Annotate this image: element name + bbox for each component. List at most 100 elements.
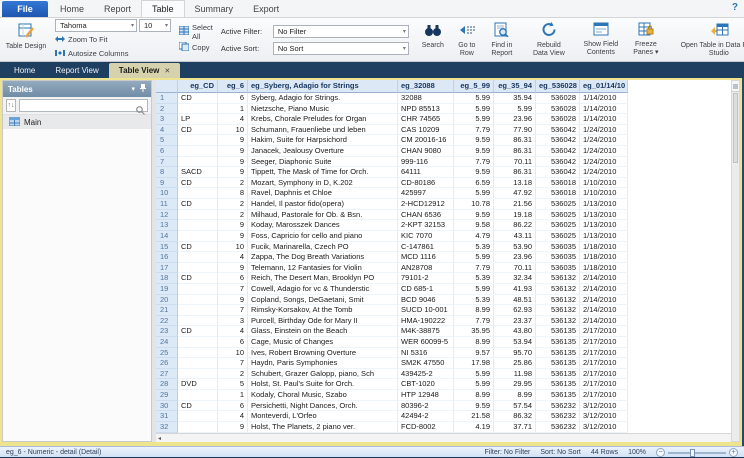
- cell[interactable]: 536042: [536, 157, 580, 168]
- scroll-left-icon[interactable]: ◂: [158, 435, 161, 442]
- copy-button[interactable]: Copy: [179, 41, 210, 54]
- cell[interactable]: AN28708: [398, 263, 454, 274]
- cell[interactable]: 8.99: [454, 337, 494, 348]
- cell[interactable]: 536025: [536, 210, 580, 221]
- cell[interactable]: 86.31: [494, 135, 536, 146]
- zoom-slider[interactable]: − +: [656, 448, 738, 457]
- cell[interactable]: [178, 210, 218, 221]
- column-header[interactable]: eg_5_99: [454, 80, 494, 93]
- cell[interactable]: 536232: [536, 422, 580, 433]
- table-row[interactable]: 314Monteverdi, L'Orfeo42494-221.5886.325…: [156, 411, 731, 422]
- cell[interactable]: 70.11: [494, 263, 536, 274]
- cell[interactable]: 5.99: [454, 114, 494, 125]
- cell[interactable]: 2/17/2010: [580, 337, 628, 348]
- cell[interactable]: 1/24/2010: [580, 135, 628, 146]
- help-icon[interactable]: ?: [732, 2, 738, 13]
- cell[interactable]: 1/14/2010: [580, 104, 628, 115]
- column-header[interactable]: eg_6: [218, 80, 248, 93]
- cell[interactable]: Zappa, The Dog Breath Variations: [248, 252, 398, 263]
- cell[interactable]: 1/13/2010: [580, 220, 628, 231]
- cell[interactable]: Krebs, Chorale Preludes for Organ: [248, 114, 398, 125]
- cell[interactable]: 536135: [536, 348, 580, 359]
- cell[interactable]: M4K-38875: [398, 326, 454, 337]
- horizontal-scrollbar[interactable]: ◂: [156, 433, 731, 442]
- select-all-button[interactable]: Select All: [179, 25, 213, 38]
- cell[interactable]: 5.99: [454, 369, 494, 380]
- sort-toggle-button[interactable]: ↑↓: [6, 99, 16, 112]
- cell[interactable]: 2/17/2010: [580, 379, 628, 390]
- cell[interactable]: CHAN 9080: [398, 146, 454, 157]
- cell[interactable]: 536232: [536, 401, 580, 412]
- cell[interactable]: 41.93: [494, 284, 536, 295]
- cell[interactable]: 79101-2: [398, 273, 454, 284]
- table-row[interactable]: 209Copland, Songs, DeGaetani, SmitBCD 90…: [156, 295, 731, 306]
- column-header[interactable]: eg_Syberg, Adagio for Strings: [248, 80, 398, 93]
- cell[interactable]: 2/14/2010: [580, 305, 628, 316]
- table-row[interactable]: 21Nietzsche, Piano MusicNPD 855135.995.9…: [156, 104, 731, 115]
- table-row[interactable]: 108Ravel, Daphnis et Chloe4259975.9947.9…: [156, 188, 731, 199]
- cell[interactable]: 536135: [536, 390, 580, 401]
- cell[interactable]: 23.37: [494, 316, 536, 327]
- cell[interactable]: 1/13/2010: [580, 199, 628, 210]
- cell[interactable]: 5.99: [454, 284, 494, 295]
- cell[interactable]: 5.39: [454, 295, 494, 306]
- cell[interactable]: 53.90: [494, 242, 536, 253]
- cell[interactable]: CD: [178, 93, 218, 104]
- table-row[interactable]: 246Cage, Music of ChangesWER 60099-58.99…: [156, 337, 731, 348]
- cell[interactable]: 43.11: [494, 231, 536, 242]
- column-header[interactable]: eg_35_94: [494, 80, 536, 93]
- pin-icon[interactable]: [140, 84, 146, 94]
- cell[interactable]: 536232: [536, 411, 580, 422]
- table-row[interactable]: 59Hakim, Suite for HarpsichordCM 20016-1…: [156, 135, 731, 146]
- table-row[interactable]: 79Seeger, Diaphonic Suite999-1167.7970.1…: [156, 157, 731, 168]
- open-table-in-data-prep-button[interactable]: Open Table in Data Prep Studio: [675, 19, 744, 60]
- cell[interactable]: 5.99: [494, 104, 536, 115]
- cell[interactable]: 2/14/2010: [580, 273, 628, 284]
- cell[interactable]: Ives, Robert Browning Overture: [248, 348, 398, 359]
- cell[interactable]: 25.86: [494, 358, 536, 369]
- table-row[interactable]: 122Milhaud, Pastorale for Ob. & Bsn.CHAN…: [156, 210, 731, 221]
- cell[interactable]: Ravel, Daphnis et Chloe: [248, 188, 398, 199]
- cell[interactable]: CD: [178, 401, 218, 412]
- cell[interactable]: 10: [218, 348, 248, 359]
- cell[interactable]: 6: [218, 93, 248, 104]
- cell[interactable]: Syberg, Adagio for Strings.: [248, 93, 398, 104]
- cell[interactable]: Schumann, Frauenliebe und leben: [248, 125, 398, 136]
- cell[interactable]: 536025: [536, 220, 580, 231]
- cell[interactable]: 9: [218, 157, 248, 168]
- cell[interactable]: 1/24/2010: [580, 146, 628, 157]
- cell[interactable]: 2-HCD12912: [398, 199, 454, 210]
- cell[interactable]: CD-80186: [398, 178, 454, 189]
- cell[interactable]: Tippett, The Mask of Time for Orch.: [248, 167, 398, 178]
- cell[interactable]: 3/12/2010: [580, 401, 628, 412]
- cell[interactable]: 1/10/2010: [580, 178, 628, 189]
- cell[interactable]: [178, 263, 218, 274]
- show-field-contents-button[interactable]: Show Field Contents: [577, 19, 625, 60]
- cell[interactable]: 999-116: [398, 157, 454, 168]
- cell[interactable]: 536025: [536, 199, 580, 210]
- cell[interactable]: 5.39: [454, 242, 494, 253]
- cell[interactable]: 23.96: [494, 252, 536, 263]
- cell[interactable]: 42494-2: [398, 411, 454, 422]
- cell[interactable]: HMA-190222: [398, 316, 454, 327]
- table-row[interactable]: 4CD10Schumann, Frauenliebe und lebenCAS …: [156, 125, 731, 136]
- cell[interactable]: Holst, The Planets, 2 piano ver.: [248, 422, 398, 433]
- cell[interactable]: 10.78: [454, 199, 494, 210]
- cell[interactable]: CHAN 6536: [398, 210, 454, 221]
- zoom-in-icon[interactable]: +: [729, 448, 738, 457]
- cell[interactable]: WER 60099-5: [398, 337, 454, 348]
- rebuild-data-view-button[interactable]: Rebuild Data View: [529, 19, 569, 60]
- table-row[interactable]: 291Kodaly, Choral Music, SzaboHTP 129488…: [156, 390, 731, 401]
- cell[interactable]: Koday, Marosszek Dances: [248, 220, 398, 231]
- cell[interactable]: 536135: [536, 326, 580, 337]
- cell[interactable]: CD: [178, 242, 218, 253]
- cell[interactable]: 62.93: [494, 305, 536, 316]
- cell[interactable]: CD 685-1: [398, 284, 454, 295]
- cell[interactable]: 5.99: [454, 93, 494, 104]
- cell[interactable]: 1/24/2010: [580, 167, 628, 178]
- table-row[interactable]: 28DVD5Holst, St. Paul's Suite for Orch.C…: [156, 379, 731, 390]
- cell[interactable]: 4.19: [454, 422, 494, 433]
- font-name-select[interactable]: Tahoma ▾: [55, 19, 137, 32]
- cell[interactable]: CD: [178, 326, 218, 337]
- cell[interactable]: Foss, Capricio for cello and piano: [248, 231, 398, 242]
